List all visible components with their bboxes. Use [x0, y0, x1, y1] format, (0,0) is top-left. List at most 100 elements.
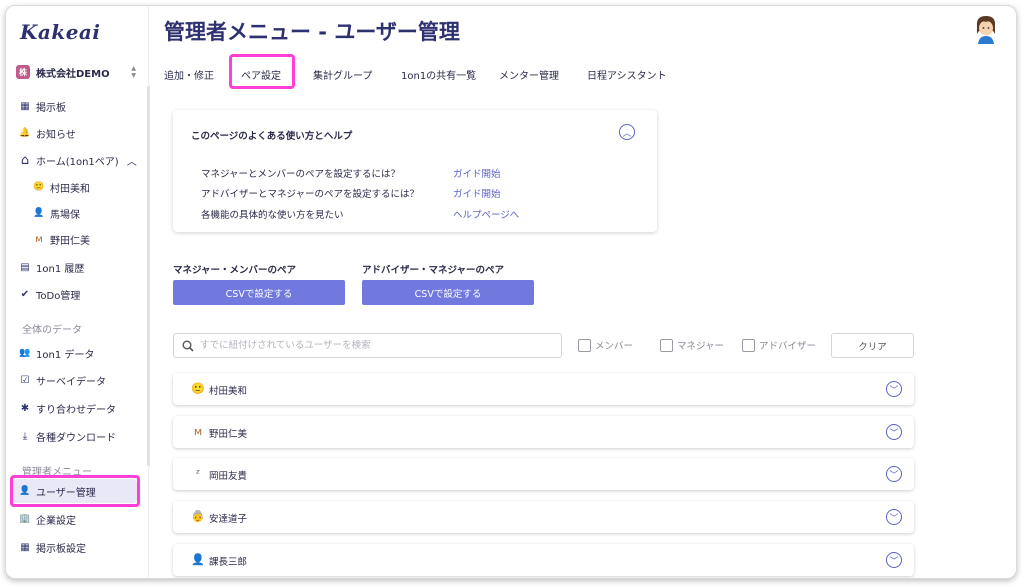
tab-aggregation-groups[interactable]: 集計グループ [313, 62, 372, 86]
expand-button[interactable]: ﹀ [886, 466, 902, 482]
company-switcher[interactable]: 株 株式会社DEMO ▲ ▼ [16, 62, 136, 82]
tab-1on1-sharing[interactable]: 1on1の共有一覧 [401, 62, 476, 86]
sidebar-item-home[interactable]: ⌂ ホーム(1on1ペア) ︿ [18, 150, 137, 170]
user-avatar-icon: 🙂 [33, 182, 45, 192]
switch-down-icon: ▼ [131, 72, 136, 79]
sidebar-item-label: 馬場保 [50, 209, 80, 221]
switch-up-icon: ▲ [131, 65, 136, 72]
manager-member-pair-label: マネジャー・メンバーのペア [173, 265, 297, 276]
search-input[interactable] [200, 340, 540, 351]
app-logo[interactable]: Kakeai [20, 20, 100, 44]
sidebar-item-label: 1on1 データ [36, 349, 95, 361]
advisor-manager-pair-label: アドバイザー・マネジャーのペア [362, 265, 505, 276]
checkbox-label: マネジャー [677, 341, 725, 352]
help-question: アドバイザーとマネジャーのペアを設定するには？ [201, 189, 420, 200]
sidebar-item-user-baba[interactable]: 👤 馬場保 [32, 203, 80, 223]
expand-button[interactable]: ﹀ [886, 381, 902, 397]
sidebar-item-user-murata[interactable]: 🙂 村田美和 [32, 177, 90, 197]
user-row[interactable]: 👵 安達道子 ﹀ [173, 501, 914, 533]
sidebar-item-label: ユーザー管理 [36, 487, 96, 499]
sidebar-item-label: ホーム(1on1ペア) [36, 156, 119, 168]
sidebar-item-downloads[interactable]: ⤓ 各種ダウンロード [18, 426, 116, 446]
user-name: 課長三郎 [209, 557, 248, 568]
user-row[interactable]: 👤 課長三郎 ﹀ [173, 544, 914, 576]
help-card: このページのよくある使い方とヘルプ ︿ マネジャーとメンバーのペアを設定するには… [173, 110, 657, 232]
bell-icon: 🔔 [19, 128, 31, 138]
clear-button[interactable]: クリア [831, 333, 914, 358]
sidebar-item-label: ToDo管理 [36, 290, 81, 302]
section-admin-menu: 管理者メニュー [22, 467, 92, 478]
sidebar-item-label: 野田仁美 [50, 235, 90, 247]
sidebar-item-user-noda[interactable]: ᴍ 野田仁美 [32, 229, 90, 249]
chevron-up-icon[interactable]: ︿ [127, 153, 137, 168]
search-icon [182, 340, 194, 352]
checkbox-label: メンバー [595, 341, 634, 352]
sidebar-item-label: 村田美和 [50, 183, 90, 195]
help-title: このページのよくある使い方とヘルプ [191, 131, 353, 142]
download-icon: ⤓ [22, 430, 28, 442]
collapse-help-button[interactable]: ︿ [619, 124, 635, 140]
sidebar-item-label: 掲示板 [36, 102, 66, 114]
page-title: 管理者メニュー - ユーザー管理 [164, 20, 460, 44]
help-question: 各機能の具体的な使い方を見たい [201, 210, 344, 221]
app-window: Kakeai 株 株式会社DEMO ▲ ▼ ▦ 掲示板 🔔 お知らせ ⌂ ホーム… [5, 5, 1017, 579]
history-icon: ▤ [20, 261, 30, 273]
tab-pair-settings[interactable]: ペア設定 [241, 62, 281, 86]
sidebar-item-user-management[interactable]: 👤 ユーザー管理 [18, 481, 96, 501]
sidebar-item-board-settings[interactable]: ▦ 掲示板設定 [18, 537, 86, 557]
sidebar-item-history[interactable]: ▤ 1on1 履歴 [18, 257, 84, 277]
board-settings-icon: ▦ [20, 541, 30, 553]
user-name: 安達道子 [209, 514, 248, 525]
user-avatar-icon: ᶻ [195, 467, 201, 480]
expand-button[interactable]: ﹀ [886, 424, 902, 440]
sidebar-item-notifications[interactable]: 🔔 お知らせ [18, 123, 75, 143]
help-page-link[interactable]: ヘルプページへ [453, 207, 519, 221]
user-avatar-icon[interactable] [974, 14, 998, 44]
sidebar-item-label: すり合わせデータ [36, 404, 116, 416]
advisor-manager-csv-button[interactable]: CSVで設定する [362, 280, 534, 305]
tab-schedule-assistant[interactable]: 日程アシスタント [587, 62, 667, 86]
manager-member-csv-button[interactable]: CSVで設定する [173, 280, 345, 305]
user-row[interactable]: ᶻ 岡田友貴 ﹀ [173, 458, 914, 490]
user-name: 岡田友貴 [209, 471, 248, 482]
sidebar: Kakeai 株 株式会社DEMO ▲ ▼ ▦ 掲示板 🔔 お知らせ ⌂ ホーム… [6, 6, 149, 578]
user-name: 村田美和 [209, 386, 248, 397]
help-question: マネジャーとメンバーのペアを設定するには？ [201, 169, 401, 180]
bulletin-board-icon: ▦ [20, 100, 30, 112]
sidebar-item-label: 掲示板設定 [36, 543, 86, 555]
sidebar-item-label: 各種ダウンロード [36, 432, 116, 444]
guide-start-link[interactable]: ガイド開始 [453, 186, 501, 200]
sidebar-item-1on1-data[interactable]: 👥 1on1 データ [18, 343, 94, 363]
user-row[interactable]: ᴍ 野田仁美 ﹀ [173, 416, 914, 448]
member-checkbox[interactable]: メンバー [578, 338, 633, 352]
sidebar-item-survey-data[interactable]: ☑ サーベイデータ [18, 370, 106, 390]
user-avatar-icon: ᴍ [35, 233, 43, 245]
advisor-checkbox[interactable]: アドバイザー [742, 338, 816, 352]
checkbox-box[interactable] [742, 338, 755, 352]
puzzle-icon: ✱ [20, 402, 30, 414]
manager-checkbox[interactable]: マネジャー [660, 338, 724, 352]
expand-button[interactable]: ﹀ [886, 509, 902, 525]
checkbox-box[interactable] [578, 338, 591, 352]
user-row[interactable]: 🙂 村田美和 ﹀ [173, 373, 914, 405]
sidebar-item-company-settings[interactable]: 🏢 企業設定 [18, 509, 76, 529]
tab-mentor-management[interactable]: メンター管理 [499, 62, 559, 86]
guide-start-link[interactable]: ガイド開始 [453, 166, 501, 180]
checkbox-box[interactable] [660, 338, 673, 352]
sidebar-item-todo[interactable]: ✔ ToDo管理 [18, 284, 81, 304]
tab-add-edit[interactable]: 追加・修正 [164, 62, 214, 86]
home-icon: ⌂ [20, 152, 30, 168]
user-manage-icon: 👤 [19, 486, 31, 496]
sidebar-item-alignment-data[interactable]: ✱ すり合わせデータ [18, 398, 116, 418]
company-badge-icon: 株 [16, 65, 30, 79]
user-avatar-icon: 🙂 [191, 382, 205, 395]
check-circle-icon: ✔ [20, 288, 30, 300]
section-all-data: 全体のデータ [22, 325, 82, 336]
search-box[interactable] [173, 333, 562, 358]
sidebar-scrollbar[interactable] [147, 86, 150, 466]
sidebar-item-label: サーベイデータ [36, 376, 106, 388]
expand-button[interactable]: ﹀ [886, 552, 902, 568]
company-name: 株式会社DEMO [36, 68, 110, 80]
sidebar-item-label: 1on1 履歴 [36, 263, 85, 275]
sidebar-item-bulletin[interactable]: ▦ 掲示板 [18, 96, 66, 116]
